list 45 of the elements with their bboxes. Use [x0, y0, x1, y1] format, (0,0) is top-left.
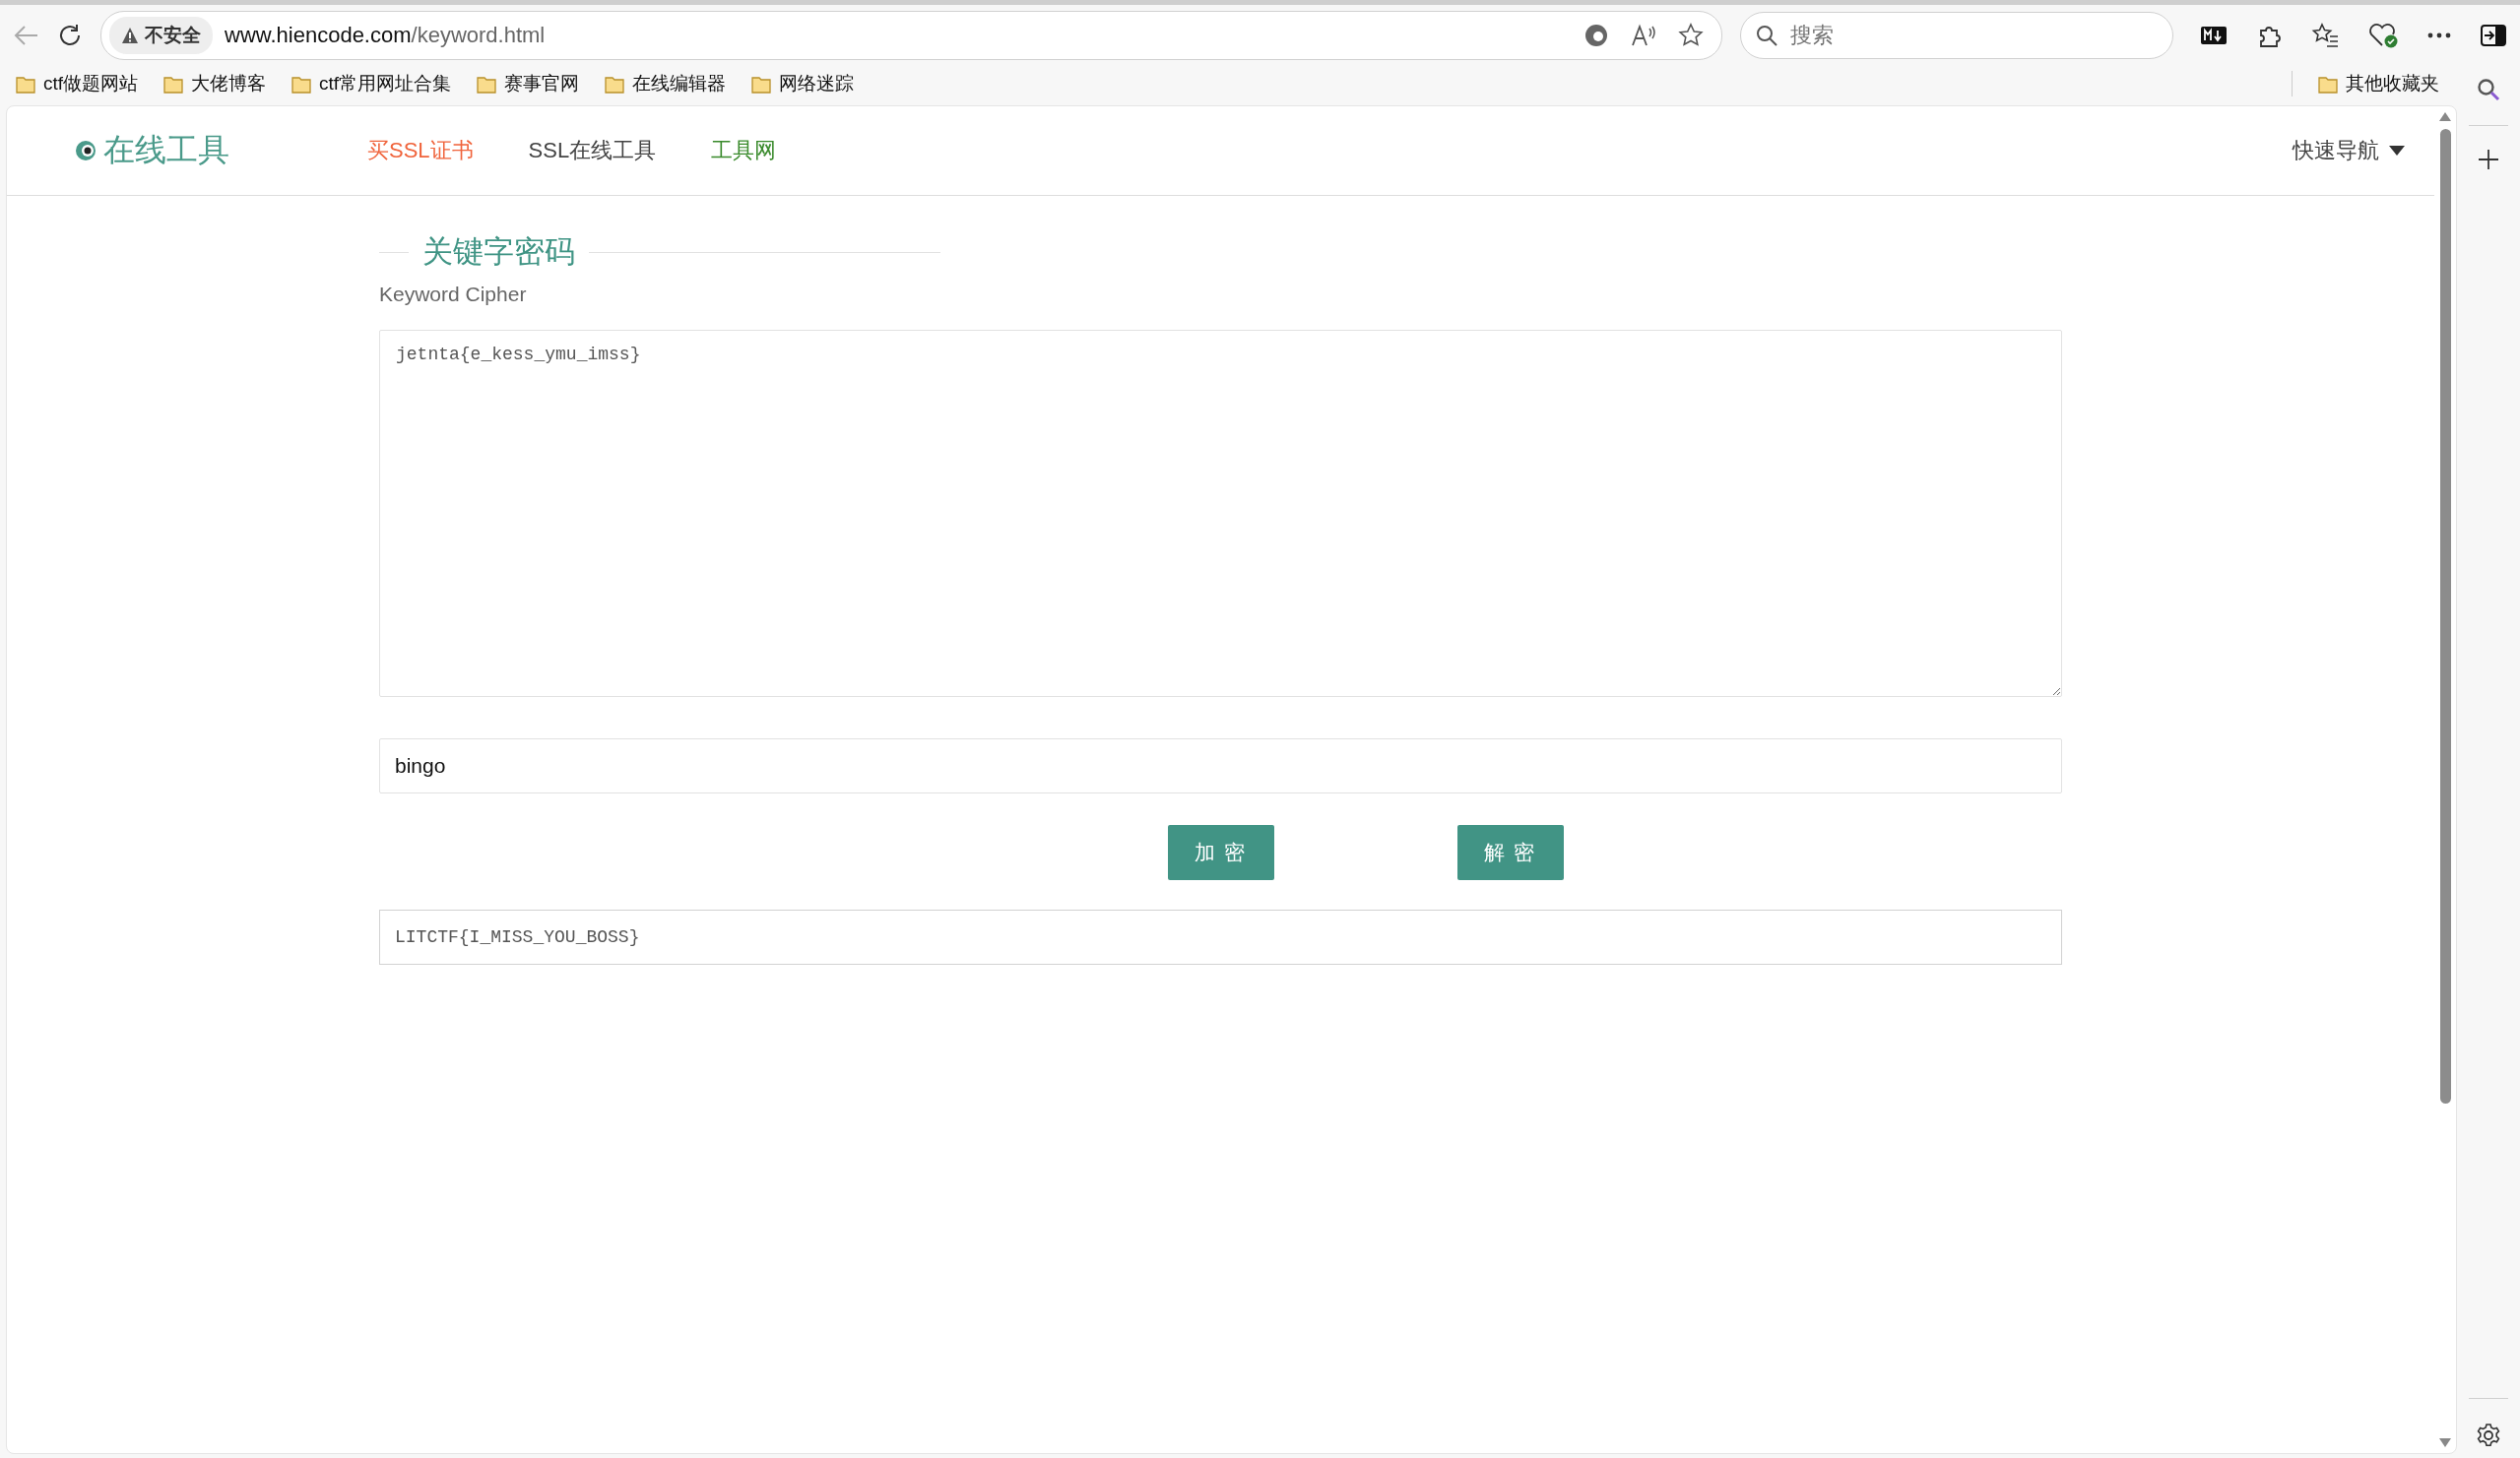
- bookmark[interactable]: 大佬博客: [163, 71, 267, 96]
- nav-link[interactable]: SSL在线工具: [528, 136, 657, 165]
- bookmark[interactable]: 网络迷踪: [751, 71, 855, 96]
- scroll-up-icon: [2439, 112, 2451, 121]
- settings-icon[interactable]: [2476, 1423, 2501, 1448]
- bookmark[interactable]: ctf做题网站: [16, 71, 139, 96]
- folder-icon: [751, 74, 772, 94]
- more-icon[interactable]: [2427, 32, 2451, 38]
- url-text: www.hiencode.com/keyword.html: [225, 23, 547, 48]
- read-aloud-icon[interactable]: [1631, 24, 1656, 47]
- search-icon[interactable]: [2477, 78, 2500, 101]
- reload-icon[interactable]: [57, 23, 83, 48]
- address-bar[interactable]: 不安全 www.hiencode.com/keyword.html: [100, 11, 1722, 60]
- key-input-field[interactable]: bingo: [379, 738, 2062, 793]
- security-label[interactable]: 不安全: [109, 17, 213, 54]
- sidebar-toggle-icon[interactable]: [2481, 25, 2506, 46]
- heart-check-icon[interactable]: [2368, 23, 2398, 48]
- star-icon[interactable]: [1678, 23, 1704, 48]
- action-button[interactable]: 解 密: [1456, 825, 1564, 880]
- folder-icon: [605, 74, 625, 94]
- folder-icon: [163, 74, 184, 94]
- search-field[interactable]: 搜索: [1740, 12, 2173, 59]
- logo-mark-icon: [74, 139, 97, 162]
- nav-link[interactable]: 工具网: [711, 136, 777, 165]
- bookmark[interactable]: 赛事官网: [477, 71, 580, 96]
- quick-nav-menu[interactable]: 快速导航: [2293, 136, 2405, 165]
- warning-icon: [121, 27, 139, 44]
- page-title: 关键字密码: [421, 233, 576, 271]
- action-button[interactable]: 加 密: [1167, 825, 1274, 880]
- bookmark[interactable]: ctf常用网址合集: [291, 71, 452, 96]
- bookmark[interactable]: 其他收藏夹: [2318, 71, 2439, 96]
- bookmark[interactable]: 在线编辑器: [605, 71, 727, 96]
- caret-down-icon: [2389, 146, 2405, 156]
- text-input-area[interactable]: jetnta{e_kess_ymu_imss}: [379, 330, 2062, 697]
- favorites-icon[interactable]: [2311, 23, 2339, 48]
- output-field[interactable]: LITCTF{I_MISS_YOU_BOSS}: [379, 910, 2062, 965]
- folder-icon: [291, 74, 312, 94]
- folder-icon: [16, 74, 35, 94]
- plus-icon[interactable]: [2479, 150, 2498, 169]
- page-subtitle: Keyword Cipher: [379, 283, 528, 306]
- markdown-icon[interactable]: [2201, 27, 2227, 44]
- folder-icon: [477, 74, 497, 94]
- search-icon: [1756, 25, 1777, 46]
- scroll-down-icon: [2439, 1438, 2451, 1447]
- folder-icon: [2318, 74, 2338, 94]
